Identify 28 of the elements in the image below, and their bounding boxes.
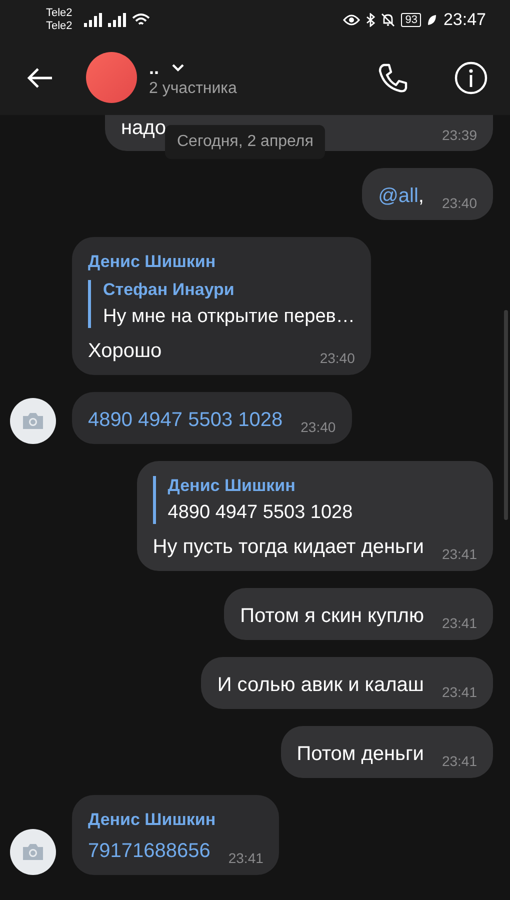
message-time: 23:40	[440, 195, 477, 211]
message-text: Хорошо	[88, 339, 162, 364]
participants-count: 2 участника	[149, 80, 237, 98]
sender-name: Денис Шишкин	[88, 252, 217, 272]
message-text: надо	[121, 116, 166, 141]
message-text: ,	[418, 184, 424, 209]
message-time: 23:41	[440, 753, 477, 769]
message-text: Потом деньги	[296, 742, 424, 767]
sender-name: Денис Шишкин	[88, 810, 217, 830]
message-time: 23:41	[440, 615, 477, 631]
message-time: 23:40	[318, 350, 355, 366]
message-time: 23:39	[440, 127, 477, 143]
clock: 23:47	[443, 10, 486, 30]
message-time: 23:40	[300, 419, 336, 435]
message-time: 23:41	[227, 850, 264, 866]
message-text: Потом я скин куплю	[240, 604, 424, 629]
reply-text: 4890 4947 5503 1028	[168, 502, 354, 524]
message-time: 23:41	[440, 684, 477, 700]
reply-text: Ну мне на открытие перев…	[103, 306, 355, 328]
carrier-name: Tele2	[46, 20, 72, 33]
message-text: Ну пусть тогда кидает деньги	[152, 535, 424, 560]
message-time: 23:41	[440, 546, 477, 562]
carrier-name: Tele2	[46, 7, 72, 20]
reply-author: Денис Шишкин	[168, 476, 296, 496]
battery-level: 93	[401, 13, 422, 27]
reply-author: Стефан Инаури	[103, 280, 236, 300]
date-tooltip: Сегодня, 2 апреля	[165, 125, 326, 159]
message-text: И солью авик и калаш	[217, 673, 424, 698]
